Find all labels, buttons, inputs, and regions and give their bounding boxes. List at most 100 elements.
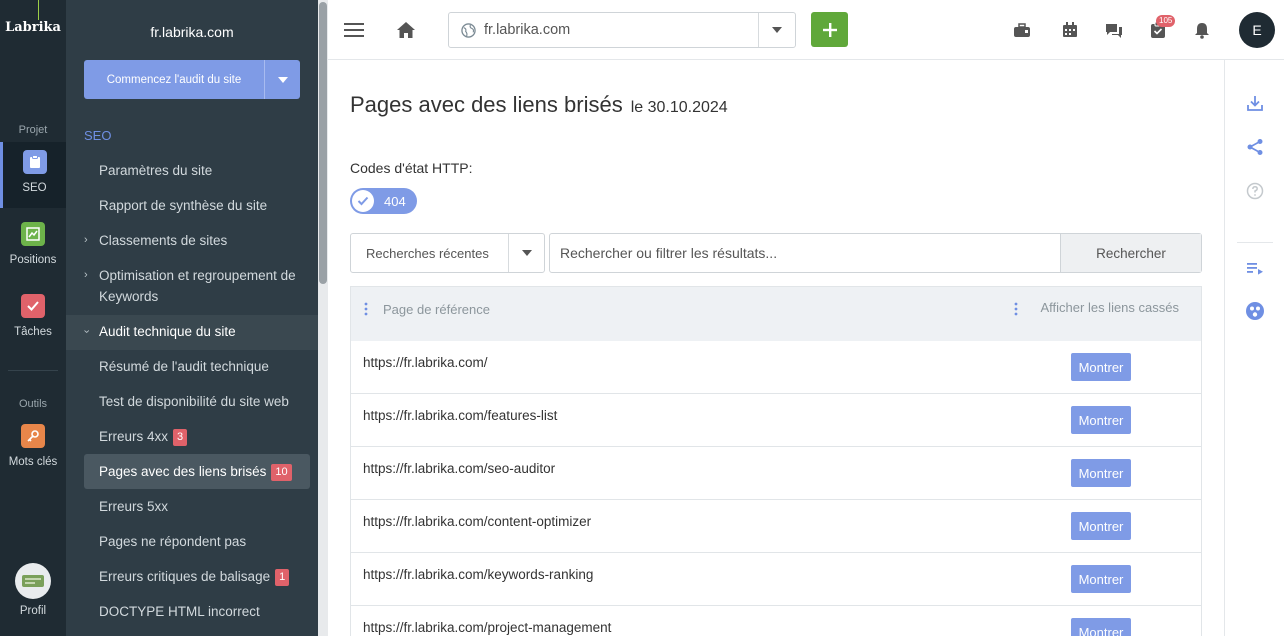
count-badge: 1 [275,569,290,586]
sidebar-item-not-responding[interactable]: Pages ne répondent pas [84,531,310,552]
chat-icon[interactable] [1103,19,1125,41]
rail-item-mots-cles[interactable]: Mots clés [0,416,66,482]
chevron-down-icon[interactable] [264,60,300,99]
key-icon [21,424,45,448]
sidebar-item-markup-errors[interactable]: Erreurs critiques de balisage 1 [84,566,310,587]
search-input[interactable] [550,234,1060,272]
sidebar-item-tech-audit[interactable]: › Audit technique du site [80,321,310,342]
table-row: https://fr.labrika.com/project-managemen… [350,606,1202,636]
app-logo[interactable]: Labrika [0,20,66,35]
globe-icon [461,22,476,38]
status-code-label: 404 [384,193,406,209]
main-content: Pages avec des liens brisés le 30.10.2024… [328,60,1224,636]
sidebar-item-keyword-optimization[interactable]: › Optimisation et regroupement de Keyword… [84,265,310,307]
page-title: Pages avec des liens brisés le 30.10.2024 [350,92,728,118]
sidebar: fr.labrika.com Commencez l'audit du site… [66,0,328,636]
rail-item-positions[interactable]: Positions [0,214,66,280]
sidebar-item-errors-5xx[interactable]: Erreurs 5xx [84,496,310,517]
sidebar-site-name: fr.labrika.com [150,24,234,40]
rail-item-profil[interactable]: Profil [0,560,66,626]
sidebar-item-availability-test[interactable]: Test de disponibilité du site web [84,391,310,412]
sidebar-section-seo: SEO [84,128,112,143]
checkbox-icon [21,294,45,318]
rail-item-seo[interactable]: SEO [0,142,66,208]
add-button[interactable] [811,12,848,47]
table-row: https://fr.labrika.com/features-list Mont… [350,394,1202,447]
sidebar-item-label: Erreurs 4xx [99,429,169,444]
table-row: https://fr.labrika.com/seo-auditor Montre… [350,447,1202,500]
chevron-down-icon[interactable] [758,13,795,47]
sidebar-item-summary-report[interactable]: Rapport de synthèse du site [84,195,310,216]
profile-avatar-icon [15,563,51,599]
site-selector[interactable]: fr.labrika.com [448,12,796,48]
clipboard-icon [22,150,47,174]
home-icon[interactable] [395,19,417,41]
search-button[interactable]: Rechercher [1060,234,1201,272]
list-icon[interactable] [1244,257,1266,279]
row-url[interactable]: https://fr.labrika.com/ [363,355,488,370]
column-header-broken-links[interactable]: Afficher les liens cassés [1041,300,1180,315]
sidebar-item-label: Rapport de synthèse du site [99,198,268,213]
chevron-down-icon[interactable] [508,234,544,272]
rail-item-label: Tâches [14,326,52,338]
row-url[interactable]: https://fr.labrika.com/project-managemen… [363,620,611,635]
row-url[interactable]: https://fr.labrika.com/seo-auditor [363,461,555,476]
help-icon[interactable] [1244,180,1266,202]
plus-icon [822,22,837,37]
sidebar-item-label: Paramètres du site [99,163,213,178]
scrollbar-thumb[interactable] [319,2,327,284]
sidebar-item-label: Pages avec des liens brisés [99,464,267,479]
share-icon[interactable] [1244,136,1266,158]
row-url[interactable]: https://fr.labrika.com/content-optimizer [363,514,591,529]
logo-accent [38,0,39,20]
column-menu-icon[interactable] [1011,302,1021,316]
column-menu-icon[interactable] [361,302,371,316]
briefcase-icon[interactable] [1011,19,1033,41]
start-audit-button[interactable]: Commencez l'audit du site [84,60,300,99]
chevron-down-icon: › [80,329,93,334]
download-icon[interactable] [1244,92,1266,114]
sidebar-item-rankings[interactable]: › Classements de sites [84,230,310,251]
sidebar-item-errors-4xx[interactable]: Erreurs 4xx 3 [84,426,310,447]
app-rail: Labrika Projet SEO Positions Tâches Outi… [0,0,66,636]
rail-item-label: Mots clés [8,456,58,468]
count-badge: 3 [173,429,188,446]
sidebar-item-broken-links[interactable]: Pages avec des liens brisés 10 [84,454,310,489]
row-url[interactable]: https://fr.labrika.com/keywords-ranking [363,567,593,582]
show-button[interactable]: Montrer [1071,512,1131,540]
page-title-text: Pages avec des liens brisés [350,92,623,117]
rail-item-label: Positions [9,254,57,266]
sidebar-item-label: Erreurs critiques de balisage [99,569,271,584]
calendar-icon[interactable] [1059,19,1081,41]
support-icon[interactable] [1244,300,1266,322]
sidebar-item-label: Erreurs 5xx [99,499,169,514]
recent-searches-select[interactable]: Recherches récentes [350,233,545,273]
check-icon [352,190,374,212]
show-button[interactable]: Montrer [1071,353,1131,381]
sidebar-item-doctype[interactable]: DOCTYPE HTML incorrect [84,601,310,622]
row-url[interactable]: https://fr.labrika.com/features-list [363,408,557,423]
sidebar-scrollbar[interactable] [318,0,328,636]
toolbar-divider [1237,242,1273,243]
user-avatar[interactable]: E [1239,12,1275,48]
column-header-referring-page[interactable]: Page de référence [383,302,490,317]
group-label-project: Projet [18,124,48,136]
status-code-chip[interactable]: 404 [350,188,417,214]
bell-icon[interactable] [1191,19,1213,41]
chart-icon [21,222,45,246]
start-audit-label[interactable]: Commencez l'audit du site [84,60,264,99]
rail-item-label: SEO [22,182,47,194]
rail-item-taches[interactable]: Tâches [0,286,66,352]
right-toolbar [1224,60,1284,636]
menu-icon[interactable] [343,19,365,41]
show-button[interactable]: Montrer [1071,618,1131,636]
show-button[interactable]: Montrer [1071,459,1131,487]
show-button[interactable]: Montrer [1071,565,1131,593]
sidebar-item-tech-audit-summary[interactable]: Résumé de l'audit technique [84,356,310,377]
sidebar-item-site-settings[interactable]: Paramètres du site [84,160,310,181]
sidebar-item-label: Optimisation et regroupement de Keywords [99,268,296,304]
site-selector-value: fr.labrika.com [484,22,571,38]
count-badge: 10 [271,464,292,481]
search-bar: Rechercher [549,233,1202,273]
show-button[interactable]: Montrer [1071,406,1131,434]
